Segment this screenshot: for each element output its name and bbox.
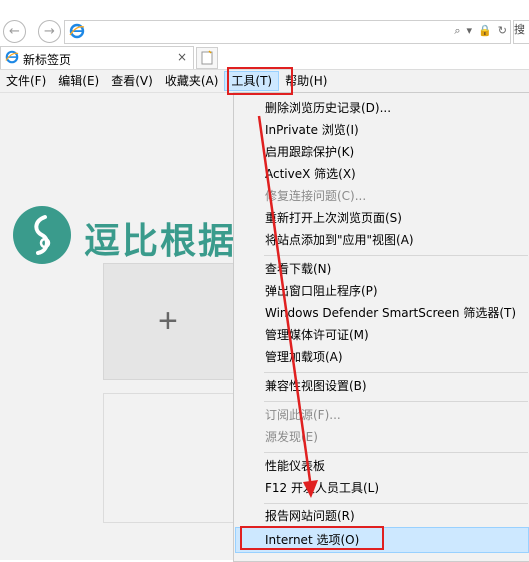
refresh-icon[interactable]: ↻: [498, 24, 507, 38]
new-tab-button[interactable]: [196, 47, 218, 69]
address-bar-area: ← → ⌕ ▾ 🔒 ↻ 搜: [0, 0, 529, 44]
menu-favorites[interactable]: 收藏夹(A): [159, 71, 225, 91]
back-button[interactable]: ←: [3, 20, 26, 43]
menu-view[interactable]: 查看(V): [105, 71, 159, 91]
menu-item-compat-view[interactable]: 兼容性视图设置(B): [265, 375, 367, 397]
tools-menu-dropdown: 删除浏览历史记录(D)... InPrivate 浏览(I) 启用跟踪保护(K)…: [233, 92, 529, 562]
ie-logo-icon: [5, 50, 19, 64]
search-box[interactable]: 搜: [513, 20, 529, 44]
new-tab-icon: [201, 50, 213, 65]
menu-item-tracking-protection[interactable]: 启用跟踪保护(K): [265, 141, 354, 163]
forward-arrow-icon: →: [44, 24, 55, 39]
menu-separator: [264, 255, 528, 256]
plus-icon: +: [158, 302, 178, 340]
add-site-tile[interactable]: +: [103, 263, 239, 380]
menu-item-f12-devtools[interactable]: F12 开发人员工具(L): [265, 477, 379, 499]
menu-edit[interactable]: 编辑(E): [52, 71, 105, 91]
menu-separator: [264, 401, 528, 402]
menu-item-view-downloads[interactable]: 查看下载(N): [265, 258, 331, 280]
search-icon[interactable]: ⌕: [454, 24, 460, 38]
menu-item-reopen-session[interactable]: 重新打开上次浏览页面(S): [265, 207, 402, 229]
watermark-logo-icon: [13, 206, 71, 264]
menu-item-inprivate[interactable]: InPrivate 浏览(I): [265, 119, 359, 141]
lock-icon: 🔒: [478, 24, 492, 37]
dropdown-arrow-icon[interactable]: ▾: [467, 24, 473, 38]
annotation-box-tools: [227, 67, 293, 95]
menu-item-subscribe-feed: 订阅此源(F)...: [265, 408, 341, 422]
menu-separator: [264, 503, 528, 504]
menu-item-feed-discovery: 源发现(E): [265, 430, 318, 444]
menu-item-performance-dashboard[interactable]: 性能仪表板: [265, 455, 325, 477]
menu-separator: [264, 452, 528, 453]
url-input[interactable]: ⌕ ▾ 🔒 ↻: [64, 20, 511, 44]
menu-item-media-licenses[interactable]: 管理媒体许可证(M): [265, 324, 369, 346]
menu-item-popup-blocker[interactable]: 弹出窗口阻止程序(P): [265, 280, 378, 302]
forward-button[interactable]: →: [38, 20, 61, 43]
menu-item-delete-history[interactable]: 删除浏览历史记录(D)...: [265, 97, 391, 119]
menu-separator: [264, 372, 528, 373]
site-tile[interactable]: [103, 393, 239, 523]
close-tab-icon[interactable]: ×: [177, 50, 187, 64]
search-box-label: 搜: [514, 23, 525, 36]
tab-new-tab[interactable]: 新标签页 ×: [0, 46, 194, 69]
menu-item-report-problem[interactable]: 报告网站问题(R): [265, 505, 355, 527]
menu-file[interactable]: 文件(F): [0, 71, 52, 91]
tab-title: 新标签页: [23, 53, 72, 67]
back-arrow-icon: ←: [9, 24, 20, 39]
ie-logo-icon: [69, 23, 85, 39]
menu-item-add-to-apps[interactable]: 将站点添加到"应用"视图(A): [265, 229, 414, 251]
menu-item-manage-addons[interactable]: 管理加载项(A): [265, 346, 343, 368]
menu-item-activex-filter[interactable]: ActiveX 筛选(X): [265, 163, 356, 185]
annotation-box-internet-options: [240, 526, 384, 550]
menu-item-smartscreen[interactable]: Windows Defender SmartScreen 筛选器(T): [265, 302, 516, 324]
menu-item-fix-connection: 修复连接问题(C)...: [265, 189, 367, 203]
